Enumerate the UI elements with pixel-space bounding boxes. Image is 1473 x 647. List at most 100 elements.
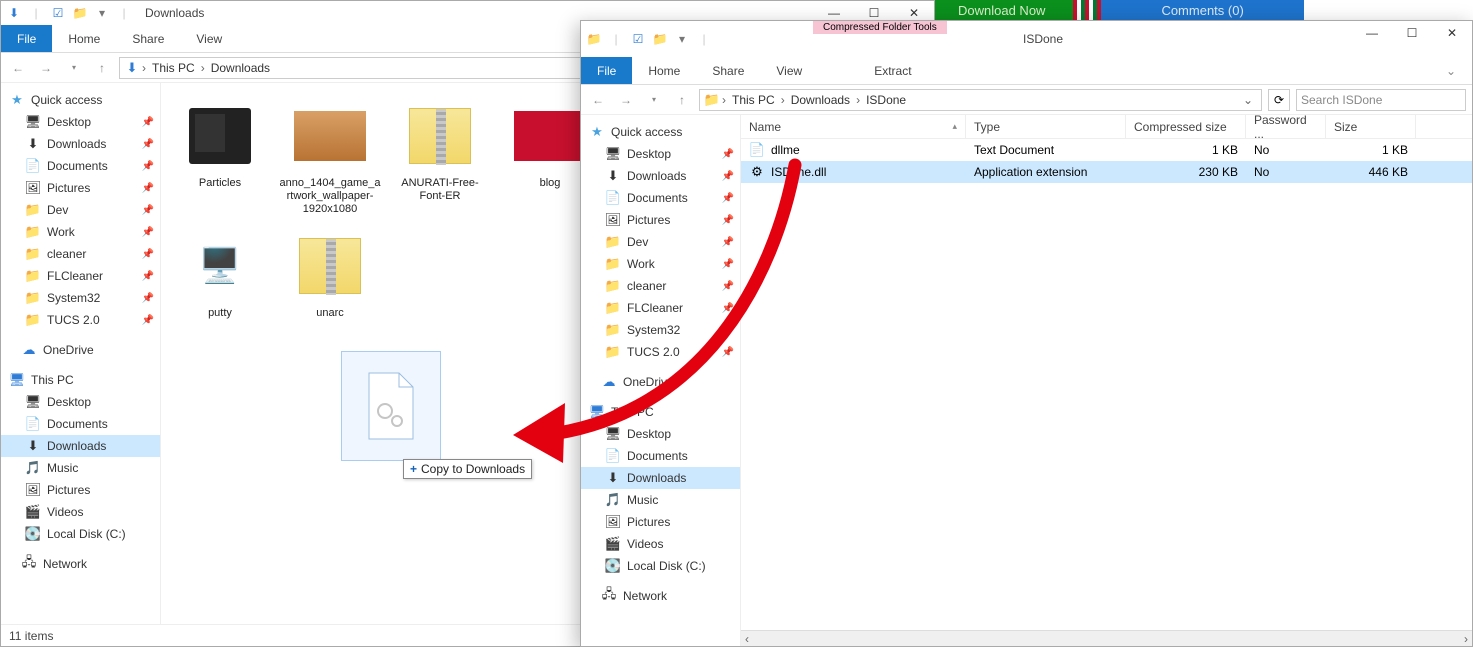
crumb-this-pc[interactable]: This PC [148, 61, 199, 75]
sidebar-item-local-disk-c-[interactable]: 💽Local Disk (C:) [1, 523, 160, 545]
file-item[interactable]: 🖥️putty [165, 227, 275, 322]
tab-view[interactable]: View [180, 25, 238, 52]
file-item[interactable]: anno_1404_game_artwork_wallpaper-1920x10… [275, 97, 385, 219]
nav-forward-icon[interactable]: → [35, 57, 57, 79]
tab-share[interactable]: Share [116, 25, 180, 52]
sidebar-item-work[interactable]: 📁Work📌 [581, 253, 740, 275]
maximize-button[interactable]: ☐ [1392, 21, 1432, 45]
file-list[interactable]: Name▴ Type Compressed size Password ... … [741, 115, 1472, 646]
quick-access-header[interactable]: ★Quick access [1, 89, 160, 111]
checkbox-icon[interactable]: ☑ [49, 4, 67, 22]
sidebar-item-documents[interactable]: 📄Documents📌 [1, 155, 160, 177]
sidebar-item-flcleaner[interactable]: 📁FLCleaner📌 [581, 297, 740, 319]
sidebar-item-flcleaner[interactable]: 📁FLCleaner📌 [1, 265, 160, 287]
tab-home[interactable]: Home [632, 57, 696, 84]
tab-share[interactable]: Share [696, 57, 760, 84]
sidebar-item-desktop[interactable]: 🖥Desktop📌 [1, 111, 160, 133]
qat-dropdown-icon[interactable]: ▾ [93, 4, 111, 22]
sidebar-item-documents[interactable]: 📄Documents📌 [581, 187, 740, 209]
nav-back-icon[interactable]: ← [7, 57, 29, 79]
tab-view[interactable]: View [760, 57, 818, 84]
nav-back-icon[interactable]: ← [587, 89, 609, 111]
sidebar-item-documents[interactable]: 📄Documents [1, 413, 160, 435]
hscroll-left-icon[interactable]: ‹ [741, 632, 753, 646]
sidebar-item-desktop[interactable]: 🖥Desktop📌 [581, 143, 740, 165]
sidebar-item-downloads[interactable]: ⬇Downloads📌 [1, 133, 160, 155]
file-item[interactable]: unarc [275, 227, 385, 322]
quick-access-header[interactable]: ★Quick access [581, 121, 740, 143]
sidebar-item-tucs-2-0[interactable]: 📁TUCS 2.0📌 [1, 309, 160, 331]
sidebar-item-desktop[interactable]: 🖥Desktop [1, 391, 160, 413]
chevron-right-icon[interactable]: › [140, 61, 148, 75]
sidebar-item-dev[interactable]: 📁Dev📌 [581, 231, 740, 253]
ribbon-expand-icon[interactable]: ⌄ [1430, 57, 1472, 84]
comments-banner[interactable]: Comments (0) [1101, 0, 1303, 20]
network-header[interactable]: 🖧Network [1, 553, 160, 575]
column-headers[interactable]: Name▴ Type Compressed size Password ... … [741, 115, 1472, 139]
close-button[interactable]: ✕ [1432, 21, 1472, 45]
chevron-right-icon[interactable]: › [199, 61, 207, 75]
nav-up-icon[interactable]: ↑ [671, 89, 693, 111]
tab-file[interactable]: File [581, 57, 632, 84]
crumb-downloads[interactable]: Downloads [787, 93, 854, 107]
col-name[interactable]: Name▴ [741, 115, 966, 138]
tab-extract[interactable]: Extract [858, 57, 927, 84]
nav-up-icon[interactable]: ↑ [91, 57, 113, 79]
network-header[interactable]: 🖧Network [581, 585, 740, 607]
sidebar-item-system32[interactable]: 📁System32📌 [581, 319, 740, 341]
sidebar-item-pictures[interactable]: 🖼Pictures📌 [581, 209, 740, 231]
nav-recent-icon[interactable]: ▾ [63, 57, 85, 79]
sidebar-item-desktop[interactable]: 🖥Desktop [581, 423, 740, 445]
file-item[interactable]: ANURATI-Free-Font-ER [385, 97, 495, 219]
sidebar-item-downloads[interactable]: ⬇Downloads [1, 435, 160, 457]
sidebar-item-system32[interactable]: 📁System32📌 [1, 287, 160, 309]
hscroll-right-icon[interactable]: › [1460, 632, 1472, 646]
sidebar-item-downloads[interactable]: ⬇Downloads [581, 467, 740, 489]
sidebar-item-cleaner[interactable]: 📁cleaner📌 [581, 275, 740, 297]
folder-icon[interactable]: 📁 [71, 4, 89, 22]
onedrive-header[interactable]: ☁OneDrive [581, 371, 740, 393]
sidebar-item-local-disk-c-[interactable]: 💽Local Disk (C:) [581, 555, 740, 577]
tab-file[interactable]: File [1, 25, 52, 52]
sidebar-item-dev[interactable]: 📁Dev📌 [1, 199, 160, 221]
sidebar-item-pictures[interactable]: 🖼Pictures📌 [1, 177, 160, 199]
titlebar[interactable]: 📁 | ☑ 📁 ▾ | Compressed Folder Tools ISDo… [581, 21, 1472, 57]
col-password[interactable]: Password ... [1246, 115, 1326, 138]
addr-dropdown-icon[interactable]: ⌄ [1239, 93, 1257, 107]
tab-home[interactable]: Home [52, 25, 116, 52]
this-pc-header[interactable]: 🖥This PC [581, 401, 740, 423]
sidebar-item-documents[interactable]: 📄Documents [581, 445, 740, 467]
crumb-this-pc[interactable]: This PC [728, 93, 779, 107]
sidebar-item-videos[interactable]: 🎬Videos [581, 533, 740, 555]
search-input[interactable]: Search ISDone [1296, 89, 1466, 111]
nav-forward-icon[interactable]: → [615, 89, 637, 111]
zip-folder-icon[interactable]: 📁 [585, 30, 603, 48]
sidebar-item-videos[interactable]: 🎬Videos [1, 501, 160, 523]
arrow-down-icon[interactable]: ⬇ [5, 4, 23, 22]
sidebar-item-music[interactable]: 🎵Music [1, 457, 160, 479]
qat-dropdown-icon[interactable]: ▾ [673, 30, 691, 48]
col-compressed-size[interactable]: Compressed size [1126, 115, 1246, 138]
checkbox-icon[interactable]: ☑ [629, 30, 647, 48]
sidebar-item-pictures[interactable]: 🖼Pictures [581, 511, 740, 533]
file-item[interactable]: Particles [165, 97, 275, 219]
crumb-downloads[interactable]: Downloads [207, 61, 274, 75]
nav-recent-icon[interactable]: ▾ [643, 89, 665, 111]
sidebar-item-music[interactable]: 🎵Music [581, 489, 740, 511]
col-size[interactable]: Size [1326, 115, 1416, 138]
sidebar-item-work[interactable]: 📁Work📌 [1, 221, 160, 243]
this-pc-header[interactable]: 🖥This PC [1, 369, 160, 391]
sidebar-item-tucs-2-0[interactable]: 📁TUCS 2.0📌 [581, 341, 740, 363]
sidebar-item-cleaner[interactable]: 📁cleaner📌 [1, 243, 160, 265]
table-row[interactable]: 📄dllmeText Document1 KBNo1 KB [741, 139, 1472, 161]
refresh-button[interactable]: ⟳ [1268, 89, 1290, 111]
crumb-isdone[interactable]: ISDone [862, 93, 910, 107]
onedrive-header[interactable]: ☁OneDrive [1, 339, 160, 361]
col-type[interactable]: Type [966, 115, 1126, 138]
sidebar-item-pictures[interactable]: 🖼Pictures [1, 479, 160, 501]
table-row[interactable]: ⚙ISDone.dllApplication extension230 KBNo… [741, 161, 1472, 183]
minimize-button[interactable]: — [1352, 21, 1392, 45]
folder-icon[interactable]: 📁 [651, 30, 669, 48]
breadcrumb[interactable]: 📁 › This PC › Downloads › ISDone ⌄ [699, 89, 1262, 111]
sidebar-item-downloads[interactable]: ⬇Downloads📌 [581, 165, 740, 187]
